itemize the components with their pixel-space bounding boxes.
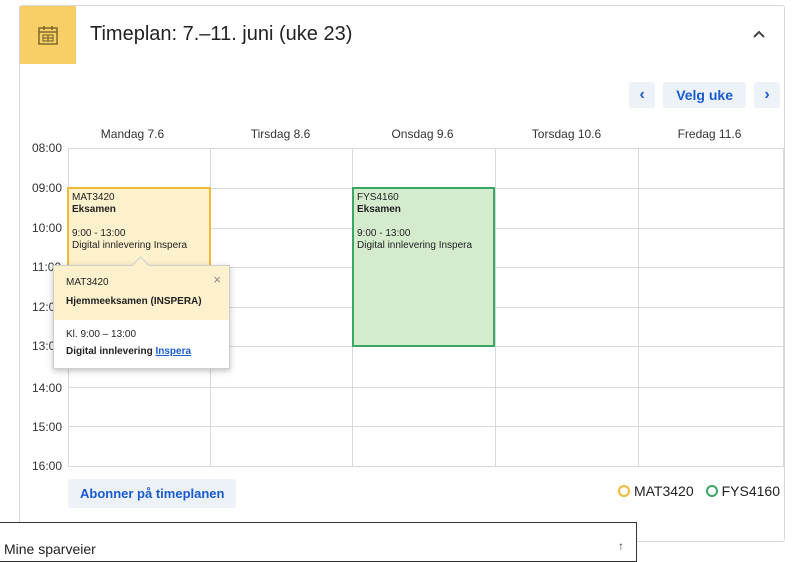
bottom-panel[interactable]: Mine sparveier ↑	[0, 522, 637, 562]
legend-circle-icon	[617, 485, 630, 497]
grid-line	[68, 426, 784, 427]
event-fys4160[interactable]: FYS4160 Eksamen 9:00 - 13:00 Digital inn…	[352, 187, 495, 347]
grid-line	[68, 387, 784, 388]
popup-time: Kl. 9:00 – 13:00	[66, 329, 137, 340]
event-popup: MAT3420 Hjemmeeksamen (INSPERA) × Kl. 9:…	[53, 256, 230, 369]
legend-label: MAT3420	[633, 483, 694, 499]
event-type: Eksamen	[72, 204, 116, 215]
week-navigation: ‹ Velg uke ›	[621, 81, 780, 109]
popup-location-text: Digital innlevering	[66, 346, 156, 357]
calendar-icon	[20, 6, 76, 64]
event-location: Digital innlevering Inspera	[72, 240, 188, 251]
event-type: Eksamen	[357, 204, 401, 215]
arrow-up-icon[interactable]: ↑	[618, 539, 624, 553]
grid-line	[68, 148, 784, 149]
chevron-up-icon[interactable]	[748, 23, 770, 45]
time-label-1600: 16:00	[32, 459, 63, 473]
popup-title: Hjemmeeksamen (INSPERA)	[66, 296, 202, 307]
popup-location: Digital innlevering Inspera	[66, 346, 217, 357]
grid-column-line	[495, 148, 496, 466]
day-header-tuesday: Tirsdag 8.6	[250, 127, 311, 141]
event-time: 9:00 - 13:00	[357, 228, 411, 239]
event-location: Digital innlevering Inspera	[357, 240, 473, 251]
time-label-1000: 10:00	[32, 221, 63, 235]
popup-course-code: MAT3420	[66, 277, 109, 288]
legend-label: FYS4160	[721, 483, 780, 499]
time-label-0800: 08:00	[32, 141, 63, 155]
subscribe-button[interactable]: Abonner på timeplanen	[68, 479, 237, 508]
day-header-wednesday: Onsdag 9.6	[391, 127, 454, 141]
close-icon[interactable]: ×	[213, 272, 221, 287]
event-code: FYS4160	[357, 192, 399, 203]
time-label-1400: 14:00	[32, 381, 63, 395]
legend-item-fys4160: FYS4160	[705, 483, 780, 499]
grid-column-line	[783, 148, 784, 466]
popup-header: MAT3420 Hjemmeeksamen (INSPERA) ×	[54, 266, 229, 320]
legend-item-mat3420: MAT3420	[617, 483, 694, 499]
day-header-friday: Fredag 11.6	[677, 127, 742, 141]
time-label-0900: 09:00	[32, 181, 63, 195]
panel-title: Mine sparveier	[4, 541, 96, 557]
event-code: MAT3420	[72, 192, 115, 203]
grid-line	[68, 466, 784, 467]
page-title: Timeplan: 7.–11. juni (uke 23)	[90, 23, 353, 45]
day-header-monday: Mandag 7.6	[100, 127, 165, 141]
inspera-link[interactable]: Inspera	[155, 346, 191, 357]
legend-circle-icon	[705, 485, 718, 497]
card-header: Timeplan: 7.–11. juni (uke 23)	[20, 6, 784, 64]
previous-week-button[interactable]: ‹	[629, 82, 656, 108]
day-header-thursday: Torsdag 10.6	[531, 127, 602, 141]
choose-week-button[interactable]: Velg uke	[663, 82, 746, 108]
legend: MAT3420 FYS4160	[606, 483, 780, 499]
time-label-1500: 15:00	[32, 420, 63, 434]
next-week-button[interactable]: ›	[754, 82, 780, 108]
popup-body: Kl. 9:00 – 13:00 Digital innlevering Ins…	[54, 320, 229, 365]
grid-column-line	[638, 148, 639, 466]
event-time: 9:00 - 13:00	[72, 228, 126, 239]
